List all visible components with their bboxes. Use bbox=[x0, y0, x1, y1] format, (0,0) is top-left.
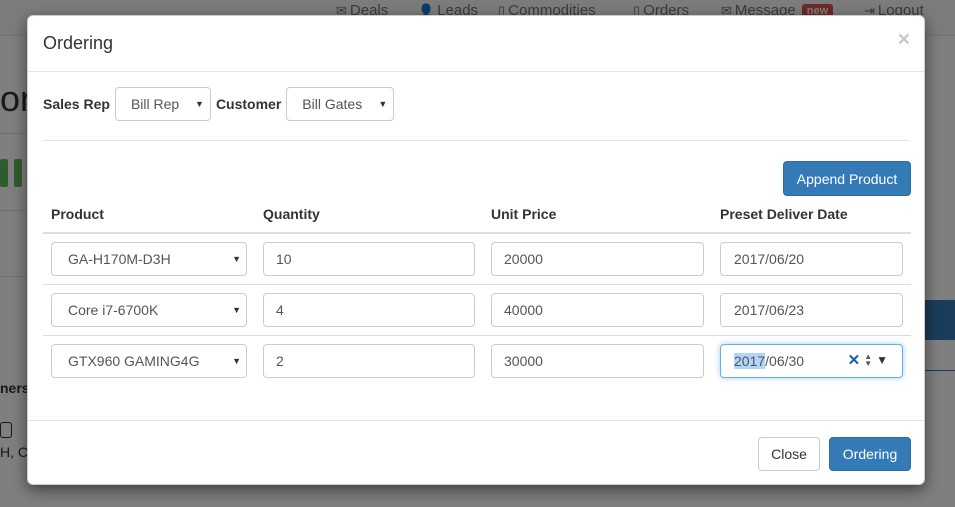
caret-down-icon: ▼ bbox=[232, 254, 241, 264]
caret-down-icon: ▼ bbox=[195, 99, 204, 109]
sales-rep-value: Bill Rep bbox=[130, 96, 180, 112]
close-icon[interactable]: × bbox=[898, 28, 910, 52]
column-header-product: Product bbox=[51, 206, 104, 222]
customer-value: Bill Gates bbox=[302, 96, 363, 112]
caret-down-icon: ▼ bbox=[232, 356, 241, 366]
divider bbox=[43, 140, 909, 141]
unit-price-input[interactable]: 20000 bbox=[491, 242, 704, 276]
ordering-modal: Ordering × Sales Rep Bill Rep ▼ Customer… bbox=[27, 15, 925, 485]
quantity-input[interactable]: 4 bbox=[263, 293, 475, 327]
filter-bar: Sales Rep Bill Rep ▼ Customer Bill Gates… bbox=[43, 87, 399, 121]
product-select[interactable]: GA-H170M-D3H ▼ bbox=[51, 242, 247, 276]
table-header-divider bbox=[43, 232, 911, 234]
column-header-quantity: Quantity bbox=[263, 206, 320, 222]
dropdown-arrow-icon[interactable]: ▼ bbox=[876, 353, 888, 367]
quantity-input[interactable]: 2 bbox=[263, 344, 475, 378]
date-rest: /06/30 bbox=[765, 353, 805, 369]
product-value: Core i7-6700K bbox=[68, 302, 159, 318]
product-value: GA-H170M-D3H bbox=[68, 251, 171, 267]
product-select[interactable]: GTX960 GAMING4G ▼ bbox=[51, 344, 247, 378]
close-button[interactable]: Close bbox=[758, 437, 820, 471]
customer-select[interactable]: Bill Gates ▼ bbox=[286, 87, 395, 121]
ordering-button[interactable]: Ordering bbox=[829, 437, 911, 471]
column-header-unit-price: Unit Price bbox=[491, 206, 557, 222]
table-row-divider bbox=[43, 284, 911, 285]
product-select[interactable]: Core i7-6700K ▼ bbox=[51, 293, 247, 327]
column-header-deliver-date: Preset Deliver Date bbox=[720, 206, 848, 222]
modal-header: Ordering × bbox=[28, 16, 924, 72]
unit-price-input[interactable]: 30000 bbox=[491, 344, 704, 378]
append-product-button[interactable]: Append Product bbox=[783, 161, 911, 196]
modal-footer-divider bbox=[28, 420, 924, 421]
sales-rep-select[interactable]: Bill Rep ▼ bbox=[114, 87, 211, 121]
clear-icon[interactable]: ✕ bbox=[848, 351, 861, 369]
caret-down-icon: ▼ bbox=[232, 305, 241, 315]
spinner-icon[interactable]: ▲ ▼ bbox=[864, 353, 872, 368]
customer-label: Customer bbox=[215, 96, 282, 112]
sales-rep-label: Sales Rep bbox=[43, 96, 110, 112]
deliver-date-input[interactable]: 2017 /06/30 ✕ ▲ ▼ ▼ bbox=[720, 344, 903, 378]
date-year-selected: 2017 bbox=[734, 353, 766, 369]
product-value: GTX960 GAMING4G bbox=[68, 353, 200, 369]
caret-down-icon: ▼ bbox=[378, 99, 388, 109]
unit-price-input[interactable]: 40000 bbox=[491, 293, 704, 327]
table-row-divider bbox=[43, 335, 911, 336]
deliver-date-input[interactable]: 2017/06/20 bbox=[720, 242, 903, 276]
modal-title: Ordering bbox=[43, 33, 114, 53]
quantity-input[interactable]: 10 bbox=[263, 242, 475, 276]
date-controls: ✕ ▲ ▼ ▼ bbox=[848, 351, 888, 369]
deliver-date-input[interactable]: 2017/06/23 bbox=[720, 293, 903, 327]
